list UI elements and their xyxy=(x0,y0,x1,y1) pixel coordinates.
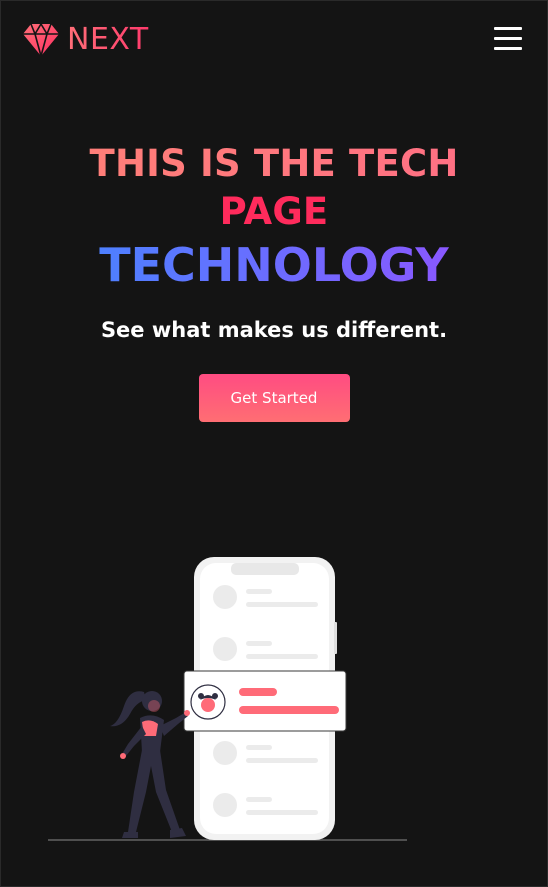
list-avatar-placeholder xyxy=(213,793,237,817)
person-figure xyxy=(110,691,190,838)
list-line-placeholder xyxy=(246,797,272,802)
list-line-placeholder xyxy=(246,745,272,750)
list-line-placeholder xyxy=(246,589,272,594)
profile-avatar-bun xyxy=(212,693,218,699)
illustration-svg xyxy=(48,557,407,841)
list-line-placeholder xyxy=(246,602,318,607)
hero-title-line-1: THIS IS THE TECH xyxy=(0,140,548,188)
diamond-icon xyxy=(23,23,59,57)
person-face xyxy=(148,700,160,712)
phone-side-button xyxy=(334,622,337,654)
list-line-placeholder xyxy=(246,758,318,763)
list-line-placeholder xyxy=(246,810,318,815)
list-line-placeholder xyxy=(246,654,318,659)
get-started-button[interactable]: Get Started xyxy=(198,374,350,422)
profile-avatar-bun xyxy=(198,693,204,699)
list-avatar-placeholder xyxy=(213,585,237,609)
person-right-hand xyxy=(184,710,190,716)
person-with-phone-illustration xyxy=(0,540,548,850)
navbar: NEXT xyxy=(0,0,548,80)
hero-title-line-2: PAGE xyxy=(219,190,329,233)
hero-title-technology: TECHNOLOGY xyxy=(0,236,548,294)
menu-bar-middle xyxy=(494,37,522,40)
phone-notch xyxy=(231,563,299,575)
profile-avatar-face xyxy=(201,698,215,712)
highlighted-profile-card xyxy=(183,670,347,732)
brand-name: NEXT xyxy=(67,22,149,57)
hero-subtitle: See what makes us different. xyxy=(100,318,448,342)
list-avatar-placeholder xyxy=(213,637,237,661)
hero-section: THIS IS THE TECH PAGE TECHNOLOGY See wha… xyxy=(0,140,548,422)
hamburger-menu-icon[interactable] xyxy=(494,27,522,51)
person-left-shoe xyxy=(122,832,138,838)
menu-bar-top xyxy=(494,27,522,30)
menu-bar-bottom xyxy=(494,47,522,50)
profile-card-name-line xyxy=(239,688,277,696)
profile-card-detail-line xyxy=(239,706,339,714)
person-left-hand xyxy=(120,753,126,759)
list-avatar-placeholder xyxy=(213,741,237,765)
person-legs xyxy=(128,750,180,832)
list-line-placeholder xyxy=(246,641,272,646)
brand-logo-link[interactable]: NEXT xyxy=(22,22,149,58)
